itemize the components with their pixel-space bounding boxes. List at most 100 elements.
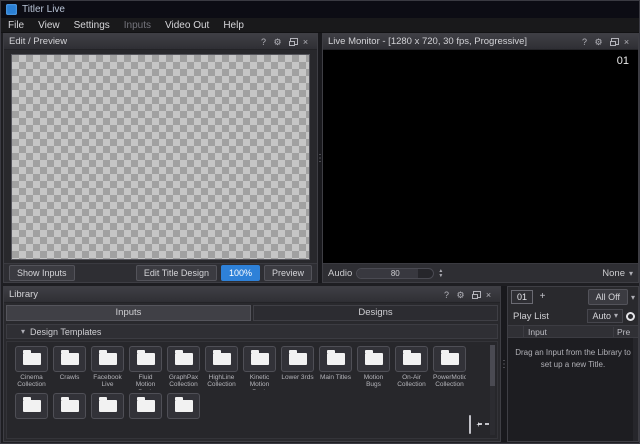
window-title: Titler Live [22,4,65,15]
folder-icon [167,346,200,372]
menu-file[interactable]: File [1,18,31,33]
menu-video-out[interactable]: Video Out [158,18,216,33]
menu-help[interactable]: Help [216,18,251,33]
menu-view[interactable]: View [31,18,67,33]
edit-canvas[interactable] [11,54,310,260]
library-header: Library ? ⚙ × [4,287,500,303]
folder-label: Fluid Motion Pack [129,374,162,390]
live-monitor-panel: Live Monitor - [1280 x 720, 30 fps, Prog… [322,33,639,283]
playlist-panel: 01 + All Off ▾ Play List Auto ▾ Input Pr… [507,286,639,442]
library-folder[interactable]: Fluid Motion Pack [129,346,162,390]
library-scrollbar[interactable] [490,345,495,435]
folder-label: GraphPax Collection [167,374,200,390]
folder-row-1: Cinema Collection Crawls Facebook Live F… [15,346,489,390]
audio-slider[interactable]: 80 [356,268,434,279]
all-off-button[interactable]: All Off [588,289,628,305]
folder-icon [129,346,162,372]
folder-label: Crawls [53,374,86,390]
library-folder[interactable] [129,393,162,419]
library-folder[interactable]: HighLine Collection [205,346,238,390]
playlist-mode-row: Play List Auto ▾ [508,307,638,325]
library-folder[interactable]: Crawls [53,346,86,390]
playlist-menu-icon[interactable]: ▾ [631,293,635,302]
column-input: Input [524,327,614,337]
library-folder[interactable]: Motion Bugs [357,346,390,390]
app-icon [6,4,17,15]
library-folder[interactable]: GraphPax Collection [167,346,200,390]
app-window: Titler Live File View Settings Inputs Vi… [0,0,640,444]
tab-inputs[interactable]: Inputs [6,305,251,321]
folder-icon [243,346,276,372]
stepper-down-icon[interactable]: ▼ [438,274,443,278]
tools-icon[interactable]: ⚙ [271,35,284,49]
folder-label: Lower 3rds [281,374,314,390]
design-templates-section[interactable]: ▾ Design Templates [6,324,498,339]
chevron-down-icon: ▾ [614,310,618,322]
tools-icon[interactable]: ⚙ [592,35,605,49]
folder-label: Kinetic Motion Pack [243,374,276,390]
library-folder[interactable]: On-Air Collection [395,346,428,390]
audio-stepper[interactable]: ▲ ▼ [438,269,443,278]
library-folder[interactable] [15,393,48,419]
help-icon[interactable]: ? [257,35,270,49]
titlebar[interactable]: Titler Live [1,1,639,18]
playlist-scrollbar[interactable] [633,338,638,441]
playlist-tab-01[interactable]: 01 [511,290,533,304]
zoom-level-button[interactable]: 100% [221,265,260,281]
folder-label: Facebook Live [91,374,124,390]
folder-icon [91,393,124,419]
edit-title-design-button[interactable]: Edit Title Design [136,265,217,281]
folder-label: Main Titles [319,374,352,390]
folder-icon [167,393,200,419]
close-icon[interactable]: × [482,288,495,302]
library-panel: Library ? ⚙ × Inputs Designs ▾ Design Te… [3,286,501,442]
library-folder[interactable]: Lower 3rds [281,346,314,390]
edit-preview-panel: Edit / Preview ? ⚙ × Show Inputs Edit Ti… [3,33,318,283]
library-folder[interactable]: Main Titles [319,346,352,390]
float-icon[interactable] [472,294,478,299]
play-mode-select[interactable]: Auto ▾ [587,309,623,323]
float-icon[interactable] [610,41,616,46]
folder-label: PowerMotion Collection [433,374,466,390]
playlist-tabs-row: 01 + All Off ▾ [508,287,638,307]
library-folder[interactable]: Cinema Collection [15,346,48,390]
edit-preview-footer: Show Inputs Edit Title Design 100% Previ… [4,263,317,282]
preview-button[interactable]: Preview [264,265,312,281]
audio-label: Audio [328,268,352,279]
edit-preview-body [4,50,317,263]
column-preview: Pre [614,327,638,337]
folder-label: On-Air Collection [395,374,428,390]
library-folder[interactable]: PowerMotion Collection [433,346,466,390]
audio-output-select[interactable]: None [602,268,625,279]
show-inputs-button[interactable]: Show Inputs [9,265,75,281]
library-folder[interactable]: Facebook Live [91,346,124,390]
play-mode-value: Auto [592,310,611,322]
folder-icon [15,346,48,372]
add-playlist-icon[interactable]: + [536,291,549,303]
close-icon[interactable]: × [620,35,633,49]
tools-icon[interactable]: ⚙ [454,288,467,302]
live-monitor-header: Live Monitor - [1280 x 720, 30 fps, Prog… [323,34,638,50]
library-folder[interactable]: Kinetic Motion Pack [243,346,276,390]
status-indicator-icon[interactable] [626,312,635,321]
library-folder[interactable] [167,393,200,419]
folder-icon [433,346,466,372]
monitor-icon[interactable] [469,416,471,434]
menu-inputs[interactable]: Inputs [117,18,158,33]
library-folder[interactable] [53,393,86,419]
library-folder[interactable] [91,393,124,419]
stepper-up-icon[interactable]: ▲ [438,269,443,273]
close-icon[interactable]: × [299,35,312,49]
float-icon[interactable] [289,41,295,46]
folder-row-2 [15,393,489,419]
tab-designs[interactable]: Designs [253,305,498,321]
help-icon[interactable]: ? [440,288,453,302]
menu-settings[interactable]: Settings [67,18,117,33]
chevron-down-icon[interactable]: ▾ [629,269,633,278]
library-scrollbar-thumb[interactable] [490,345,495,386]
folder-label: Cinema Collection [15,374,48,390]
help-icon[interactable]: ? [578,35,591,49]
section-expander-icon[interactable]: ▾ [21,327,25,336]
library-title: Library [9,289,38,300]
folder-icon [319,346,352,372]
